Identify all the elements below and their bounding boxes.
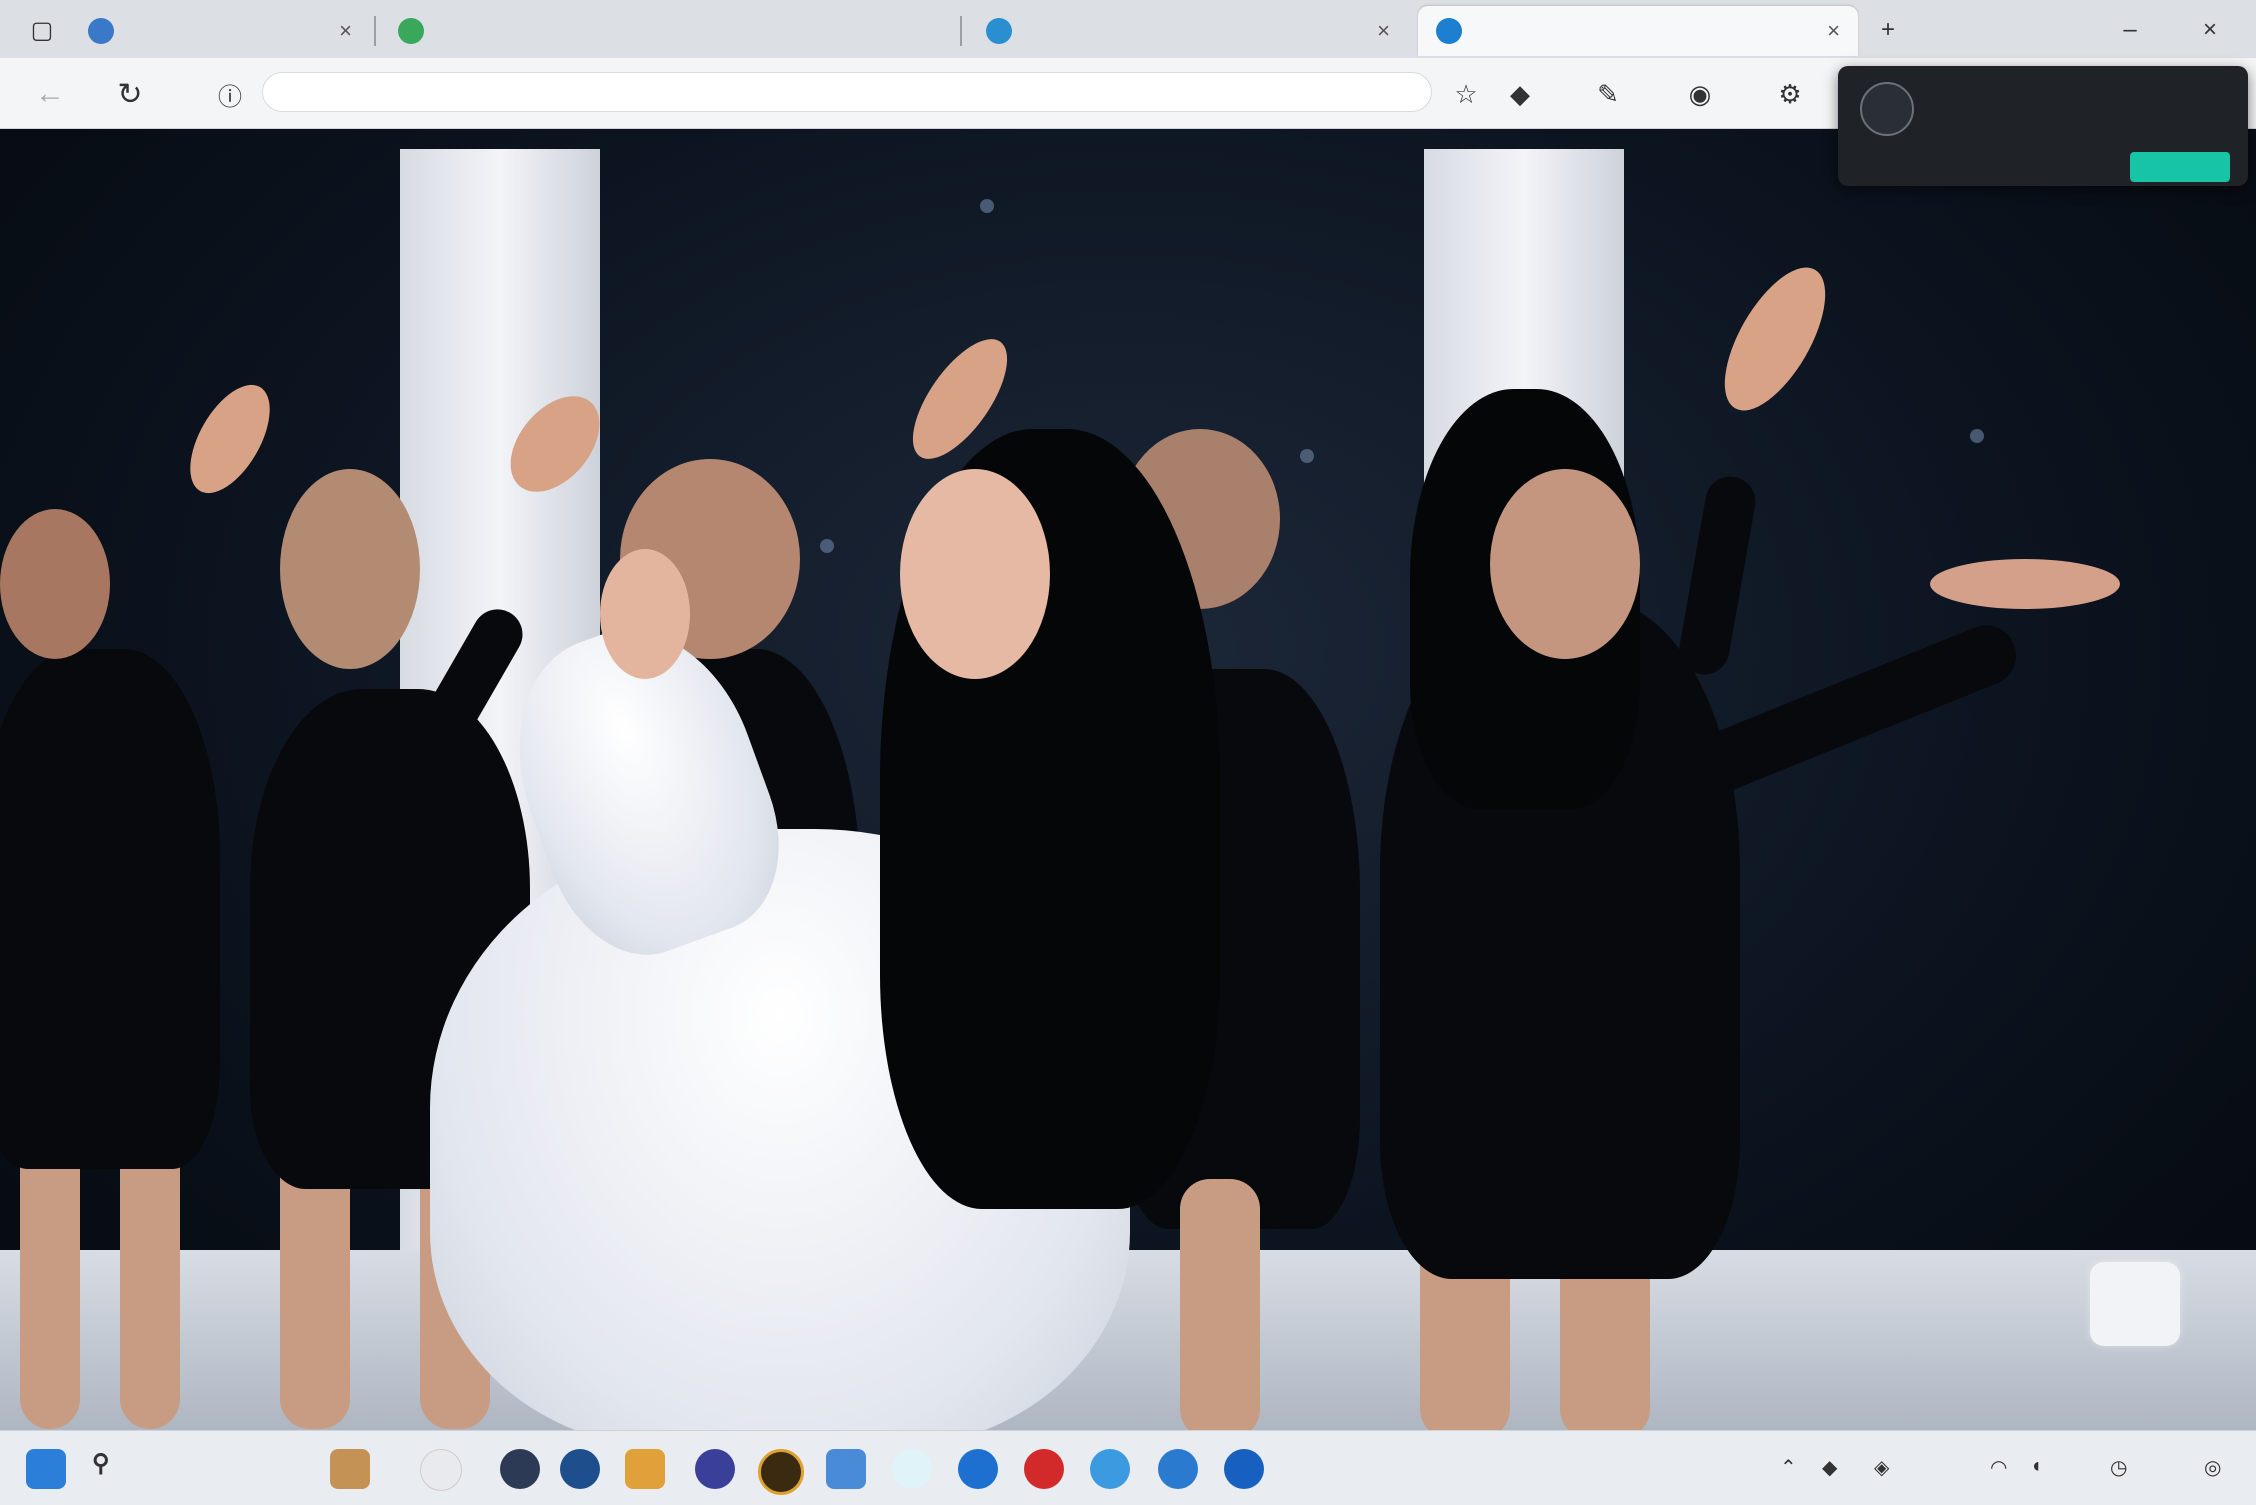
task-view-icon[interactable] <box>420 1449 462 1491</box>
dancer-hand <box>1704 252 1846 426</box>
video-player[interactable] <box>0 129 2256 1430</box>
lead-dancer-head <box>900 469 1050 679</box>
taskbar-app-icon[interactable] <box>892 1449 932 1489</box>
dancer-head <box>280 469 420 669</box>
tab-favicon-icon <box>398 18 424 44</box>
bookmark-star-icon[interactable]: ☆ <box>1446 74 1486 114</box>
dancer-arm <box>1675 472 1760 679</box>
close-tab-icon[interactable]: × <box>1377 18 1390 44</box>
pen-icon[interactable]: ✎ <box>1588 74 1628 114</box>
lead-dancer-hand <box>600 549 690 679</box>
close-window-icon[interactable]: × <box>2190 10 2230 50</box>
reload-icon[interactable]: ↻ <box>110 74 150 114</box>
taskbar-app-icon[interactable] <box>758 1449 804 1495</box>
extension-icon[interactable]: ◆ <box>1500 74 1540 114</box>
taskbar-app-icon[interactable] <box>1158 1449 1198 1489</box>
notifications-icon[interactable]: ◎ <box>2204 1455 2221 1480</box>
notification-action-button[interactable] <box>2130 152 2230 182</box>
dancer-hand <box>1930 559 2120 609</box>
background-sparkle <box>1300 449 1314 463</box>
tray-chevron-icon[interactable]: ⌃ <box>1780 1455 1797 1480</box>
tab-favicon-icon <box>1436 18 1462 44</box>
tab-favicon-icon <box>986 18 1012 44</box>
taskbar-app-icon[interactable] <box>500 1449 540 1489</box>
background-sparkle <box>980 199 994 213</box>
taskbar-app-icon[interactable] <box>560 1449 600 1489</box>
browser-tab-active[interactable]: × <box>1418 6 1858 56</box>
browser-taskbar-icon[interactable] <box>958 1449 998 1489</box>
minimize-window-icon[interactable]: – <box>2110 10 2150 50</box>
notification-app-icon <box>1860 82 1914 136</box>
taskbar-app-icon[interactable] <box>826 1449 866 1489</box>
background-sparkle <box>820 539 834 553</box>
site-info-icon[interactable]: ⓘ <box>210 74 250 114</box>
taskbar-app-icon[interactable] <box>1024 1449 1064 1489</box>
wifi-icon[interactable]: ◠ <box>1990 1455 2007 1480</box>
tray-app-icon[interactable]: ◈ <box>1874 1455 1889 1480</box>
dancer-hand <box>174 372 286 506</box>
settings-icon[interactable]: ⚙ <box>1770 74 1810 114</box>
background-sparkle <box>1970 429 1984 443</box>
profile-icon[interactable]: ◉ <box>1680 74 1720 114</box>
tab-strip: ▢ × × × + – × <box>0 0 2256 59</box>
close-tab-icon[interactable]: × <box>1827 18 1840 44</box>
taskbar-app-icon[interactable] <box>1224 1449 1264 1489</box>
dancer-head <box>0 509 110 659</box>
browser-menu-icon[interactable]: ▢ <box>22 10 62 50</box>
tab-favicon-icon <box>88 18 114 44</box>
taskbar-search[interactable]: ⚲ <box>92 1449 120 1478</box>
dancer-head <box>1490 469 1640 659</box>
browser-tab[interactable]: × <box>968 6 1408 56</box>
video-overlay-button[interactable] <box>2090 1262 2180 1346</box>
new-tab-icon[interactable]: + <box>1868 10 1908 50</box>
taskbar-app-icon[interactable] <box>695 1449 735 1489</box>
tab-divider <box>374 16 376 46</box>
widgets-icon[interactable] <box>330 1449 370 1489</box>
tray-app-icon[interactable]: ◆ <box>1822 1455 1837 1480</box>
start-icon[interactable] <box>26 1449 66 1489</box>
search-icon: ⚲ <box>92 1450 110 1477</box>
volume-icon[interactable]: ◖ <box>2030 1455 2042 1478</box>
browser-tab[interactable]: × <box>70 6 370 56</box>
dancer-leg <box>20 1129 80 1429</box>
address-bar[interactable] <box>262 72 1432 112</box>
taskbar-app-icon[interactable] <box>1090 1449 1130 1489</box>
tab-divider <box>960 16 962 46</box>
notification-popup[interactable] <box>1838 66 2248 186</box>
back-icon[interactable]: ← <box>30 74 70 114</box>
clock-icon[interactable]: ◷ <box>2110 1455 2127 1480</box>
dancer-body <box>0 649 220 1169</box>
taskbar: ⚲ ⌃ ◆ ◈ ◠ ◖ ◷ ◎ <box>0 1430 2256 1505</box>
file-explorer-icon[interactable] <box>625 1449 665 1489</box>
dancer-leg <box>1180 1179 1260 1430</box>
browser-tab[interactable] <box>380 6 850 56</box>
close-tab-icon[interactable]: × <box>339 18 352 44</box>
